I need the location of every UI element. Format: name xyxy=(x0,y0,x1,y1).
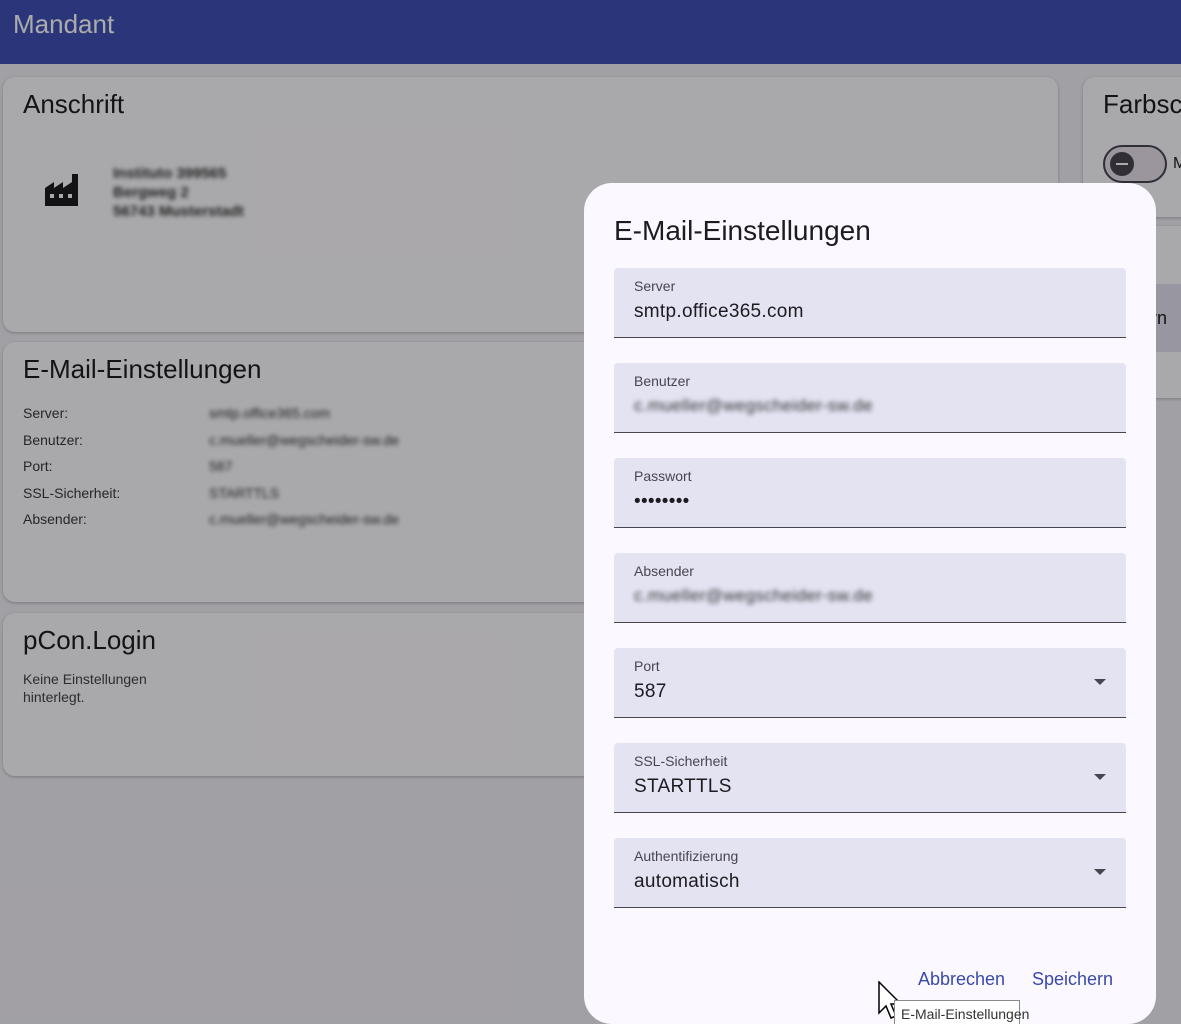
user-field-label: Benutzer xyxy=(634,373,691,389)
tooltip: E-Mail-Einstellungen xyxy=(894,1000,1029,1024)
server-field-value[interactable]: smtp.office365.com xyxy=(634,301,804,323)
auth-select[interactable]: Authentifizierung automatisch xyxy=(614,838,1126,908)
ssl-select-label: SSL-Sicherheit xyxy=(634,753,728,769)
port-select-value: 587 xyxy=(634,681,667,702)
chevron-down-icon[interactable] xyxy=(1094,774,1106,780)
sender-field-value[interactable]: c.mueller@wegscheider-sw.de xyxy=(634,586,873,606)
password-field[interactable]: Passwort •••••••• xyxy=(614,458,1126,528)
server-field[interactable]: Server smtp.office365.com xyxy=(614,268,1126,338)
password-field-label: Passwort xyxy=(634,468,692,484)
port-select[interactable]: Port 587 xyxy=(614,648,1126,718)
sender-field-label: Absender xyxy=(634,563,694,579)
cancel-button[interactable]: Abbrechen xyxy=(918,969,1005,990)
port-select-label: Port xyxy=(634,658,660,674)
user-field-value[interactable]: c.mueller@wegscheider-sw.de xyxy=(634,396,873,416)
user-field[interactable]: Benutzer c.mueller@wegscheider-sw.de xyxy=(614,363,1126,433)
ssl-select[interactable]: SSL-Sicherheit STARTTLS xyxy=(614,743,1126,813)
auth-select-value: automatisch xyxy=(634,871,740,892)
save-button[interactable]: Speichern xyxy=(1032,969,1113,990)
ssl-select-value: STARTTLS xyxy=(634,776,732,797)
chevron-down-icon[interactable] xyxy=(1094,869,1106,875)
auth-select-label: Authentifizierung xyxy=(634,848,739,864)
password-field-value[interactable]: •••••••• xyxy=(634,491,690,513)
sender-field[interactable]: Absender c.mueller@wegscheider-sw.de xyxy=(614,553,1126,623)
dialog-title: E-Mail-Einstellungen xyxy=(614,215,871,246)
chevron-down-icon[interactable] xyxy=(1094,679,1106,685)
server-field-label: Server xyxy=(634,278,676,294)
email-settings-dialog: E-Mail-Einstellungen Server smtp.office3… xyxy=(584,183,1156,1024)
